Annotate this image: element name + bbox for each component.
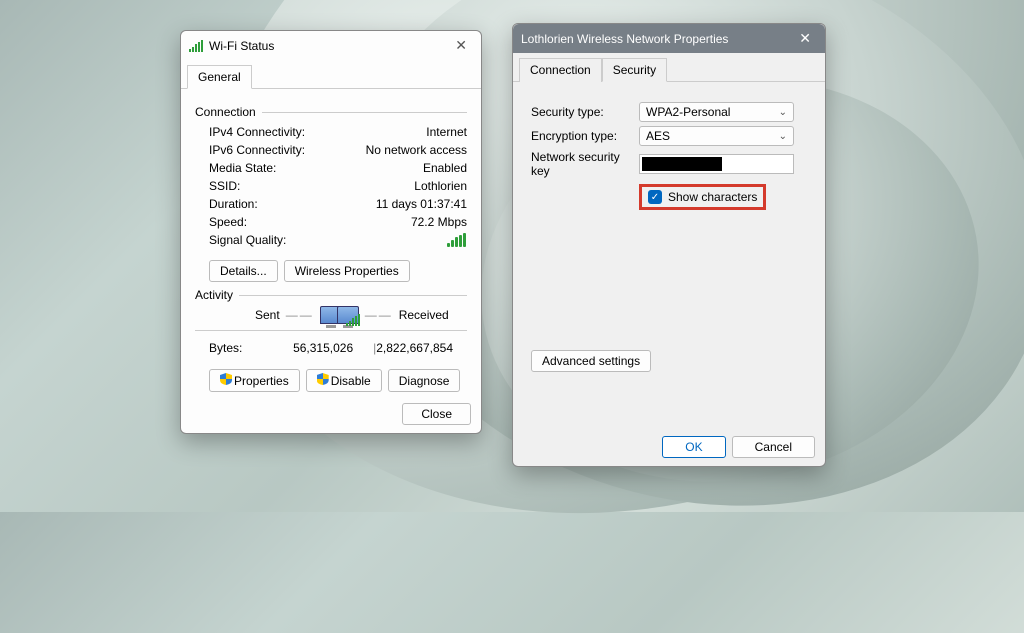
ssid-value: Lothlorien — [414, 179, 467, 193]
wifi-signal-icon — [189, 40, 203, 52]
advanced-settings-button[interactable]: Advanced settings — [531, 350, 651, 372]
window-title: Wi-Fi Status — [209, 39, 449, 53]
bytes-received-value: 2,822,667,854 — [376, 341, 453, 355]
ipv4-label: IPv4 Connectivity: — [209, 125, 305, 139]
wireless-properties-button[interactable]: Wireless Properties — [284, 260, 410, 282]
encryption-type-label: Encryption type: — [531, 129, 639, 143]
redacted-key — [642, 157, 722, 171]
speed-value: 72.2 Mbps — [411, 215, 467, 229]
network-properties-window: Lothlorien Wireless Network Properties ✕… — [512, 23, 826, 467]
ssid-label: SSID: — [209, 179, 240, 193]
divider: —— — [280, 308, 320, 322]
show-characters-checkbox[interactable]: ✓ — [648, 190, 662, 204]
ok-button[interactable]: OK — [662, 436, 725, 458]
titlebar[interactable]: Lothlorien Wireless Network Properties ✕ — [513, 24, 825, 53]
ipv4-value: Internet — [426, 125, 467, 139]
network-key-input[interactable] — [639, 154, 794, 174]
media-state-value: Enabled — [423, 161, 467, 175]
tab-general[interactable]: General — [187, 65, 252, 89]
network-activity-icon — [320, 306, 359, 324]
close-button[interactable]: Close — [402, 403, 471, 425]
shield-icon — [317, 373, 329, 385]
divider: —— — [359, 308, 399, 322]
bytes-label: Bytes: — [209, 341, 279, 355]
shield-icon — [220, 373, 232, 385]
tab-connection[interactable]: Connection — [519, 58, 602, 82]
chevron-down-icon: ⌄ — [779, 107, 787, 118]
received-label: Received — [399, 308, 449, 322]
signal-quality-label: Signal Quality: — [209, 233, 286, 250]
duration-label: Duration: — [209, 197, 258, 211]
signal-quality-icon — [447, 233, 467, 250]
details-button[interactable]: Details... — [209, 260, 278, 282]
speed-label: Speed: — [209, 215, 247, 229]
chevron-down-icon: ⌄ — [779, 131, 787, 142]
group-activity-label: Activity — [195, 288, 233, 302]
show-characters-highlight: ✓ Show characters — [639, 184, 766, 210]
ipv6-label: IPv6 Connectivity: — [209, 143, 305, 157]
window-title: Lothlorien Wireless Network Properties — [521, 32, 793, 46]
duration-value: 11 days 01:37:41 — [376, 197, 467, 211]
show-characters-label: Show characters — [668, 190, 757, 204]
cancel-button[interactable]: Cancel — [732, 436, 815, 458]
encryption-type-dropdown[interactable]: AES ⌄ — [639, 126, 794, 146]
media-state-label: Media State: — [209, 161, 276, 175]
encryption-type-value: AES — [646, 129, 670, 143]
tab-security[interactable]: Security — [602, 58, 667, 82]
security-type-value: WPA2-Personal — [646, 105, 730, 119]
titlebar[interactable]: Wi-Fi Status ✕ — [181, 31, 481, 60]
group-connection-label: Connection — [195, 105, 256, 119]
diagnose-button[interactable]: Diagnose — [388, 369, 461, 392]
disable-button[interactable]: Disable — [306, 369, 382, 392]
wifi-status-window: Wi-Fi Status ✕ General Connection IPv4 C… — [180, 30, 482, 434]
close-icon[interactable]: ✕ — [449, 37, 473, 54]
properties-button[interactable]: Properties — [209, 369, 300, 392]
close-icon[interactable]: ✕ — [793, 30, 817, 47]
network-key-label: Network security key — [531, 150, 639, 178]
ipv6-value: No network access — [366, 143, 467, 157]
security-type-label: Security type: — [531, 105, 639, 119]
security-type-dropdown[interactable]: WPA2-Personal ⌄ — [639, 102, 794, 122]
sent-label: Sent — [255, 308, 280, 322]
bytes-sent-value: 56,315,026 — [279, 341, 373, 355]
